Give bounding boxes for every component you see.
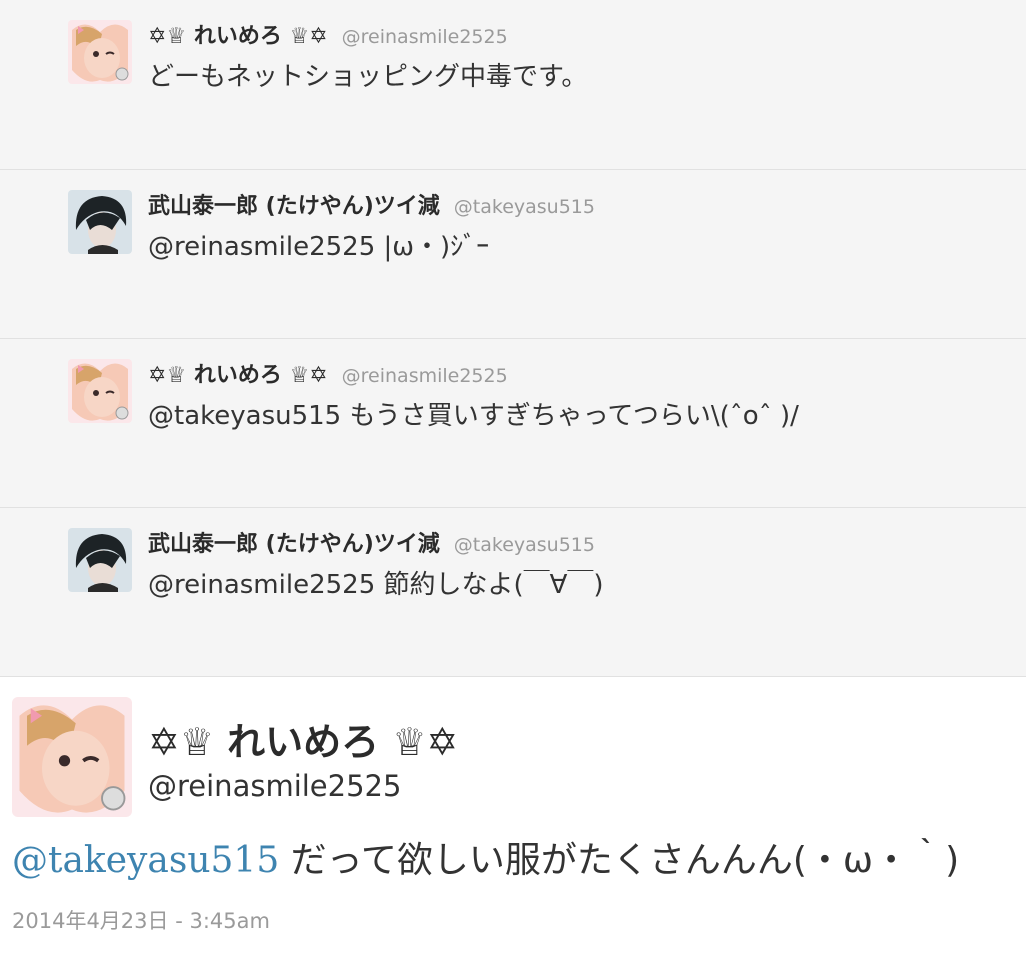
username[interactable]: @takeyasu515 [454, 534, 595, 556]
tweet-timestamp[interactable]: 2014年4月23日 - 3:45am [12, 905, 270, 935]
display-name[interactable]: 武山泰一郎 (たけやん)ツイ減 [148, 526, 440, 558]
tweet-header: 武山泰一郎 (たけやん)ツイ減 @takeyasu515 [148, 526, 595, 558]
reply-tweet[interactable]: 武山泰一郎 (たけやん)ツイ減 @takeyasu515 @reinasmile… [0, 170, 1026, 339]
tweet-header: ✡♕ れいめろ ♕✡ @reinasmile2525 [148, 18, 508, 50]
reina-avatar[interactable] [68, 20, 132, 84]
tweet-text: @reinasmile2525 |ω・)ｼﾞｰ [148, 232, 490, 262]
reina-avatar[interactable] [68, 359, 132, 423]
tweet-text: どーもネットショッピング中毒です。 [148, 62, 588, 92]
reina-avatar[interactable] [12, 697, 132, 817]
mention-link[interactable]: @takeyasu515 [12, 840, 279, 881]
username[interactable]: @reinasmile2525 [342, 26, 508, 48]
display-name[interactable]: ✡♕ れいめろ ♕✡ [148, 357, 328, 389]
takeyasu-avatar[interactable] [68, 190, 132, 254]
display-name[interactable]: 武山泰一郎 (たけやん)ツイ減 [148, 188, 440, 220]
reply-tweet[interactable]: 武山泰一郎 (たけやん)ツイ減 @takeyasu515 @reinasmile… [0, 508, 1026, 677]
username[interactable]: @takeyasu515 [454, 196, 595, 218]
takeyasu-avatar[interactable] [68, 528, 132, 592]
reply-tweet[interactable]: ✡♕ れいめろ ♕✡ @reinasmile2525 @takeyasu515 … [0, 339, 1026, 508]
tweet-body-text: だって欲しい服がたくさんんん(・ω・｀) [279, 840, 960, 881]
tweet-text: @takeyasu515 もうさ買いすぎちゃってつらい\(ˆoˆ )/ [148, 401, 799, 431]
focused-tweet: ✡♕ れいめろ ♕✡ @reinasmile2525 @takeyasu515 … [0, 677, 1026, 955]
conversation-thread: ✡♕ れいめろ ♕✡ @reinasmile2525 どーもネットショッピング中… [0, 0, 1026, 955]
tweet-text: @takeyasu515 だって欲しい服がたくさんんん(・ω・｀) [12, 831, 959, 883]
username[interactable]: @reinasmile2525 [342, 365, 508, 387]
display-name[interactable]: ✡♕ れいめろ ♕✡ [148, 711, 458, 766]
tweet-text: @reinasmile2525 節約しなよ(￣∀￣) [148, 570, 604, 600]
display-name[interactable]: ✡♕ れいめろ ♕✡ [148, 18, 328, 50]
tweet-header: 武山泰一郎 (たけやん)ツイ減 @takeyasu515 [148, 188, 595, 220]
username[interactable]: @reinasmile2525 [148, 769, 401, 803]
tweet-header: ✡♕ れいめろ ♕✡ @reinasmile2525 [148, 357, 508, 389]
reply-tweet[interactable]: ✡♕ れいめろ ♕✡ @reinasmile2525 どーもネットショッピング中… [0, 0, 1026, 170]
